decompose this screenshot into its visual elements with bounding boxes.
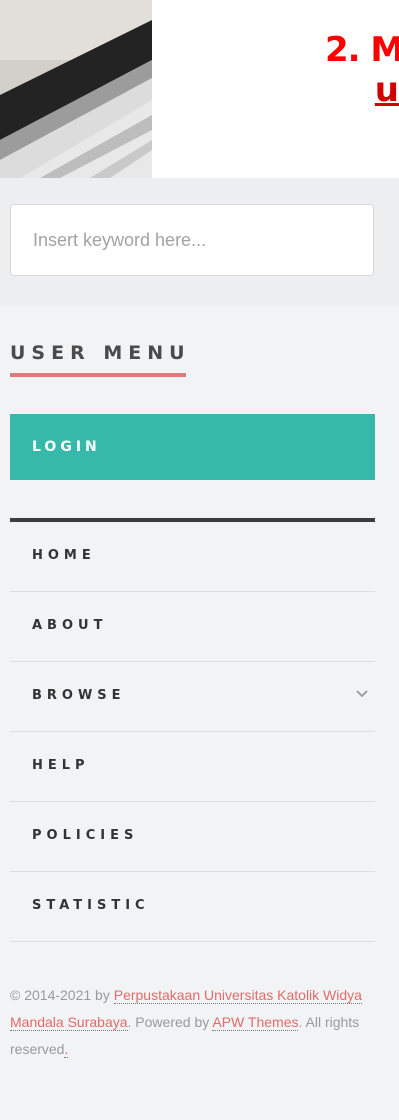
promo-title: 2. M	[325, 30, 399, 70]
copyright-text: © 2014-2021 by	[10, 987, 110, 1003]
nav-menu: HOME ABOUT BROWSE HELP POLICIES STATISTI…	[10, 522, 375, 942]
header-banner: 2. M u	[0, 0, 399, 178]
menu-item-label: POLICIES	[32, 828, 139, 843]
menu-item-statistic[interactable]: STATISTIC	[10, 872, 375, 942]
menu-item-label: HOME	[32, 548, 96, 563]
search-input[interactable]	[10, 204, 374, 276]
promo-area: 2. M u	[0, 0, 399, 178]
trailing-link[interactable]: .	[64, 1041, 69, 1058]
menu-item-policies[interactable]: POLICIES	[10, 802, 375, 872]
search-section	[0, 178, 399, 306]
menu-item-browse[interactable]: BROWSE	[10, 662, 375, 732]
promo-link[interactable]: u	[375, 70, 399, 110]
heading-underline	[10, 373, 186, 377]
menu-item-label: ABOUT	[32, 618, 108, 633]
menu-item-home[interactable]: HOME	[10, 522, 375, 592]
chevron-down-icon[interactable]	[355, 686, 369, 700]
user-menu-heading: USER MENU	[10, 342, 191, 364]
menu-item-label: HELP	[32, 758, 90, 773]
menu-item-label: BROWSE	[32, 688, 126, 703]
menu-item-about[interactable]: ABOUT	[10, 592, 375, 662]
menu-item-label: STATISTIC	[32, 898, 150, 913]
footer-text: © 2014-2021 by Perpustakaan Universitas …	[10, 982, 380, 1063]
login-button[interactable]: LOGIN	[10, 414, 375, 480]
menu-item-help[interactable]: HELP	[10, 732, 375, 802]
powered-by-text: . Powered by	[127, 1014, 210, 1030]
theme-link[interactable]: APW Themes	[212, 1014, 299, 1031]
